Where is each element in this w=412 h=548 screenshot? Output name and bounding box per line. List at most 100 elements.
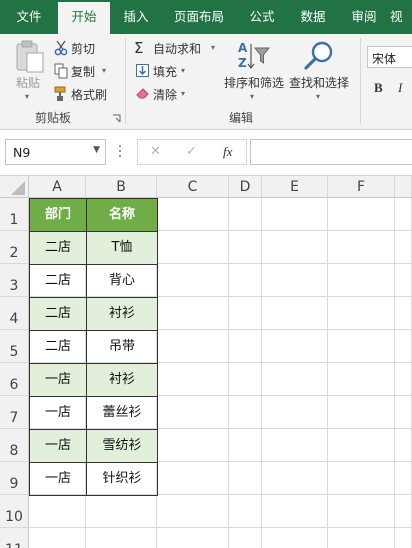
sort-filter-dropdown-icon[interactable]: ▾ (250, 92, 254, 101)
tab-page-layout[interactable]: 页面布局 (162, 0, 236, 34)
cell-b11[interactable] (86, 528, 157, 548)
row-header-9[interactable]: 9 (0, 462, 29, 495)
row-header-10[interactable]: 10 (0, 495, 29, 528)
table-cell-name[interactable]: 吊带 (86, 330, 158, 364)
column-header-c[interactable]: C (157, 176, 229, 198)
cell-d7[interactable] (229, 396, 262, 429)
cell-g4[interactable] (395, 297, 412, 330)
cell-f11[interactable] (328, 528, 395, 548)
row-header-5[interactable]: 5 (0, 330, 29, 363)
table-header-name[interactable]: 名称 (86, 198, 158, 232)
row-header-1[interactable]: 1 (0, 198, 29, 231)
worksheet-grid[interactable]: ABCDEF 1234567891011 部门名称二店T恤二店背心二店衬衫二店吊… (0, 176, 412, 548)
cell-f2[interactable] (328, 231, 395, 264)
cell-e1[interactable] (262, 198, 328, 231)
formula-bar-grip-icon[interactable] (119, 144, 122, 160)
column-header-g[interactable] (395, 176, 412, 198)
cell-e9[interactable] (262, 462, 328, 495)
cell-g1[interactable] (395, 198, 412, 231)
cell-f4[interactable] (328, 297, 395, 330)
cell-g2[interactable] (395, 231, 412, 264)
row-header-8[interactable]: 8 (0, 429, 29, 462)
table-cell-department[interactable]: 二店 (29, 231, 87, 265)
cell-e6[interactable] (262, 363, 328, 396)
cell-g8[interactable] (395, 429, 412, 462)
column-header-e[interactable]: E (262, 176, 328, 198)
table-cell-name[interactable]: 雪纺衫 (86, 429, 158, 463)
cell-g10[interactable] (395, 495, 412, 528)
cell-d1[interactable] (229, 198, 262, 231)
cell-f6[interactable] (328, 363, 395, 396)
table-cell-department[interactable]: 一店 (29, 396, 87, 430)
cell-c4[interactable] (157, 297, 229, 330)
cell-b10[interactable] (86, 495, 157, 528)
paste-icon[interactable] (14, 40, 46, 77)
cell-d5[interactable] (229, 330, 262, 363)
cell-e4[interactable] (262, 297, 328, 330)
cell-a11[interactable] (29, 528, 86, 548)
fill-dropdown-icon[interactable]: ▾ (181, 66, 185, 75)
cut-button[interactable]: 剪切 (71, 40, 95, 57)
cell-d11[interactable] (229, 528, 262, 548)
table-cell-department[interactable]: 一店 (29, 363, 87, 397)
table-cell-name[interactable]: 衬衫 (86, 363, 158, 397)
format-painter-button[interactable]: 格式刷 (71, 86, 107, 103)
cell-c2[interactable] (157, 231, 229, 264)
cell-e3[interactable] (262, 264, 328, 297)
italic-button[interactable]: I (398, 80, 402, 96)
cell-c5[interactable] (157, 330, 229, 363)
cell-g5[interactable] (395, 330, 412, 363)
row-header-11[interactable]: 11 (0, 528, 29, 548)
table-cell-name[interactable]: 蕾丝衫 (86, 396, 158, 430)
cell-f8[interactable] (328, 429, 395, 462)
cell-d6[interactable] (229, 363, 262, 396)
cell-c1[interactable] (157, 198, 229, 231)
find-select-dropdown-icon[interactable]: ▾ (316, 92, 320, 101)
cell-d8[interactable] (229, 429, 262, 462)
table-cell-department[interactable]: 一店 (29, 429, 87, 463)
clear-dropdown-icon[interactable]: ▾ (181, 89, 185, 98)
cell-e7[interactable] (262, 396, 328, 429)
fill-button[interactable]: 填充 (153, 63, 177, 80)
table-header-department[interactable]: 部门 (29, 198, 87, 232)
cell-g3[interactable] (395, 264, 412, 297)
font-name-combobox[interactable]: 宋体 (367, 46, 412, 68)
row-header-3[interactable]: 3 (0, 264, 29, 297)
name-box-dropdown-icon[interactable]: ▼ (93, 145, 100, 155)
cell-c9[interactable] (157, 462, 229, 495)
cell-e10[interactable] (262, 495, 328, 528)
cell-c11[interactable] (157, 528, 229, 548)
autosum-dropdown-icon[interactable]: ▾ (211, 43, 215, 52)
column-header-d[interactable]: D (229, 176, 262, 198)
cell-d10[interactable] (229, 495, 262, 528)
table-cell-name[interactable]: T恤 (86, 231, 158, 265)
tab-home[interactable]: 开始 (58, 2, 110, 34)
cell-d3[interactable] (229, 264, 262, 297)
autosum-button[interactable]: 自动求和 (153, 40, 201, 57)
row-header-7[interactable]: 7 (0, 396, 29, 429)
cell-e2[interactable] (262, 231, 328, 264)
cell-d2[interactable] (229, 231, 262, 264)
bold-button[interactable]: B (374, 80, 383, 96)
table-cell-name[interactable]: 背心 (86, 264, 158, 298)
table-cell-department[interactable]: 一店 (29, 462, 87, 496)
table-cell-department[interactable]: 二店 (29, 330, 87, 364)
clear-button[interactable]: 清除 (153, 86, 177, 103)
cell-a10[interactable] (29, 495, 86, 528)
enter-icon[interactable]: ✓ (186, 144, 197, 159)
cell-c10[interactable] (157, 495, 229, 528)
cell-c3[interactable] (157, 264, 229, 297)
name-box[interactable]: N9 ▼ (5, 139, 106, 165)
cell-f7[interactable] (328, 396, 395, 429)
table-cell-name[interactable]: 衬衫 (86, 297, 158, 331)
cell-e11[interactable] (262, 528, 328, 548)
row-header-2[interactable]: 2 (0, 231, 29, 264)
clipboard-launcher-icon[interactable] (112, 112, 121, 126)
cell-d9[interactable] (229, 462, 262, 495)
cell-c6[interactable] (157, 363, 229, 396)
select-all-corner[interactable] (0, 176, 29, 198)
row-header-4[interactable]: 4 (0, 297, 29, 330)
tab-formulas[interactable]: 公式 (236, 0, 288, 34)
cancel-icon[interactable]: ✕ (150, 144, 161, 159)
paste-button[interactable]: 粘贴 (16, 74, 40, 91)
